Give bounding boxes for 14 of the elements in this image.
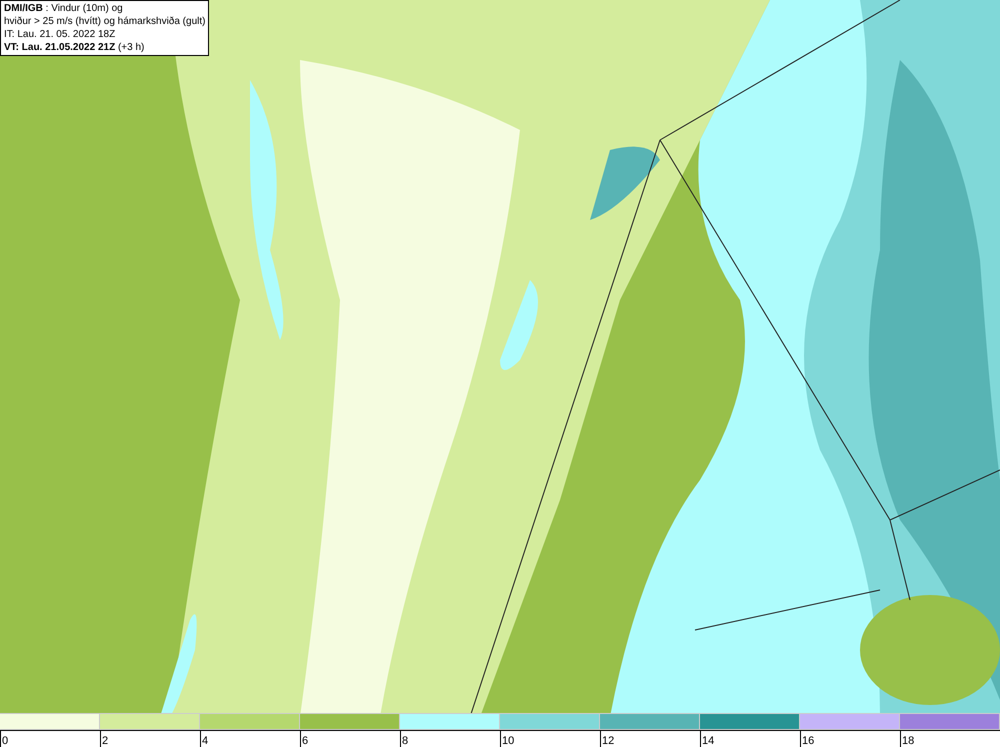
legend-tick-label: 16 <box>801 735 814 747</box>
legend-tick-label: 14 <box>701 735 714 747</box>
legend-tick-label: 12 <box>601 735 614 747</box>
info-text: DMI/IGB : Vindur (10m) og <box>4 2 124 15</box>
legend-tick-label: 4 <box>201 735 208 747</box>
info-text: IT: Lau. 21. 05. 2022 18Z <box>4 28 116 41</box>
legend-tick-label: 2 <box>101 735 108 747</box>
legend-tick-label: 0 <box>1 735 8 747</box>
legend-tick-label: 18 <box>901 735 914 747</box>
legend-tick-label: 6 <box>301 735 308 747</box>
legend-tick-label: 10 <box>501 735 514 747</box>
info-text: VT: Lau. 21.05.2022 21Z (+3 h) <box>4 41 146 54</box>
info-text: hviður > 25 m/s (hvítt) og hámarkshviða (gult) <box>4 15 206 28</box>
legend-tick-label: 8 <box>401 735 408 747</box>
